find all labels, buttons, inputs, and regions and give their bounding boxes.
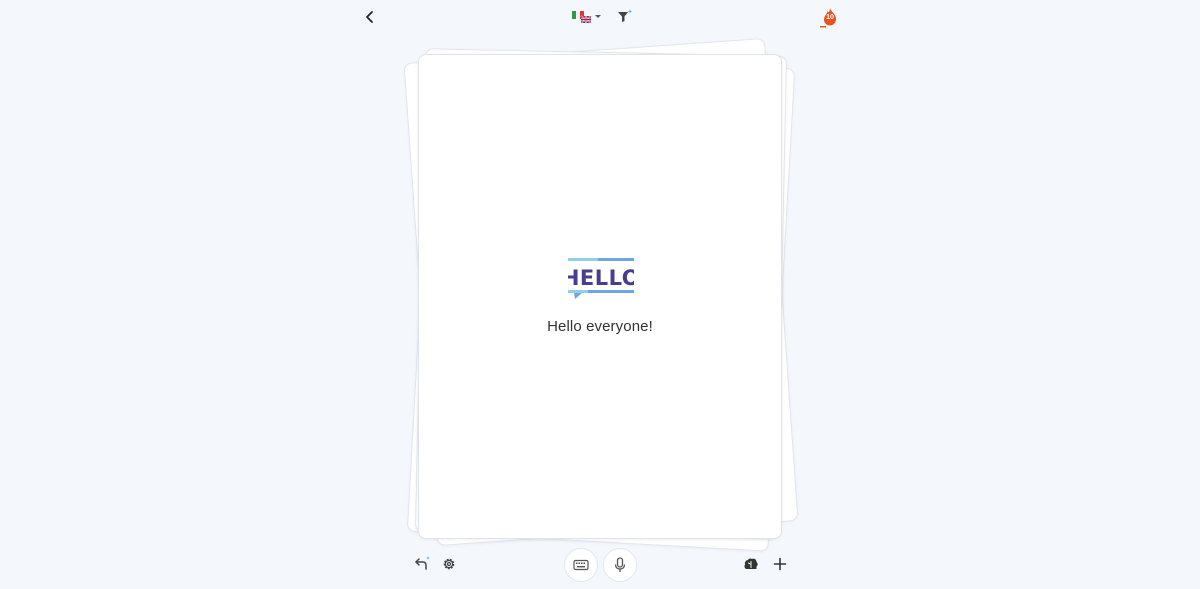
plus-icon [773, 557, 787, 571]
microphone-icon [614, 557, 626, 572]
undo-button[interactable] [413, 555, 431, 573]
flags-italian-english-icon [572, 11, 601, 24]
filter-icon [618, 9, 633, 22]
streak-badge[interactable]: 10 [818, 6, 840, 30]
undo-icon [415, 556, 430, 570]
hello-logo-image: HELLO [568, 258, 634, 299]
filter-button[interactable] [615, 7, 635, 27]
streak-count: 10 [826, 14, 834, 21]
keyboard-icon [573, 559, 589, 571]
language-selector[interactable] [570, 8, 606, 26]
card-phrase: Hello everyone! [547, 318, 653, 335]
svg-text:HELLO: HELLO [568, 266, 634, 290]
flashcard[interactable]: HELLO Hello everyone! [418, 54, 782, 539]
back-button[interactable] [360, 7, 380, 27]
chevron-left-icon [366, 11, 373, 23]
gear-icon [443, 558, 455, 570]
sparkle-icon [627, 9, 633, 14]
memory-button[interactable] [741, 555, 761, 573]
top-bar: 10 [0, 0, 1200, 36]
microphone-button[interactable] [603, 548, 637, 582]
add-card-button[interactable] [770, 554, 790, 574]
chevron-down-icon [595, 15, 601, 18]
settings-button[interactable] [440, 555, 458, 573]
brain-icon [744, 558, 758, 569]
keyboard-button[interactable] [564, 548, 598, 582]
